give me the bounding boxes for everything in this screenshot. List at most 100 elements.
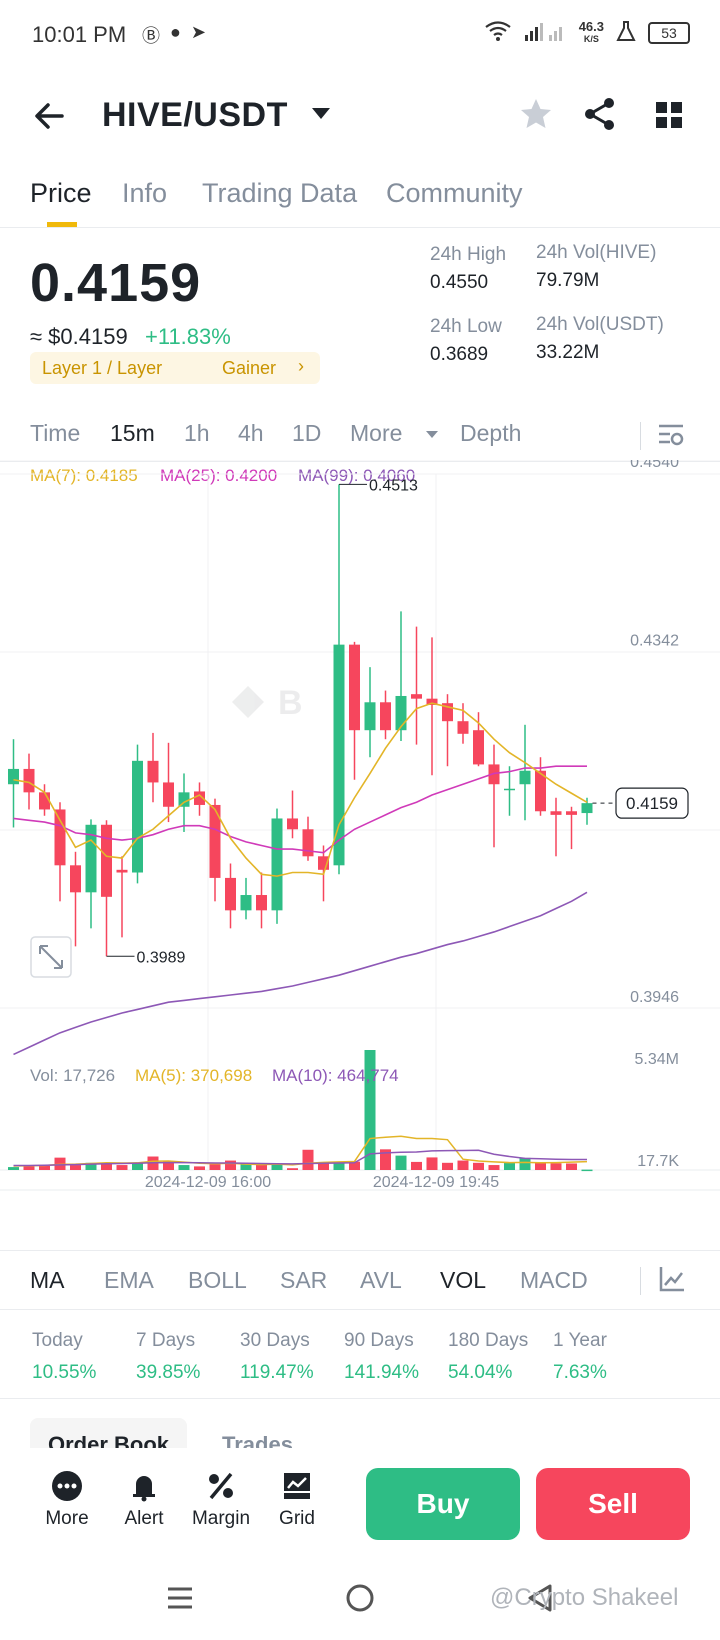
indicator-ma[interactable]: MA bbox=[30, 1267, 65, 1294]
interval-more[interactable]: More bbox=[350, 420, 402, 447]
tag-layer1: Layer 1 / Layer bbox=[42, 358, 163, 378]
volume-bar bbox=[519, 1157, 531, 1170]
candle-body bbox=[411, 694, 422, 699]
recent-apps-icon[interactable] bbox=[166, 1584, 194, 1612]
ma99-line bbox=[13, 891, 588, 1056]
indicator-boll[interactable]: BOLL bbox=[188, 1267, 247, 1294]
stat-low-label: 24h Low bbox=[430, 316, 502, 337]
percent-icon bbox=[209, 1472, 233, 1500]
chart-settings-icon[interactable] bbox=[656, 420, 686, 450]
perf-value-30d: 119.47% bbox=[240, 1362, 314, 1383]
volume-bar bbox=[209, 1164, 221, 1170]
alert-button[interactable]: Alert bbox=[109, 1470, 179, 1530]
layout-grid-icon[interactable] bbox=[654, 100, 684, 130]
tab-price[interactable]: Price bbox=[30, 178, 92, 209]
order-tabs: Order Book Trades bbox=[0, 1418, 720, 1448]
status-notification-icons: Ⓑ ● ➤ bbox=[142, 22, 206, 48]
volume-bar bbox=[70, 1165, 81, 1170]
perf-value-90d: 141.94% bbox=[344, 1362, 420, 1383]
perf-label-7d: 7 Days bbox=[136, 1330, 196, 1351]
network-speed: 46.3 K/S bbox=[578, 18, 604, 44]
volume-bar bbox=[240, 1164, 252, 1170]
volume-bar bbox=[535, 1162, 546, 1170]
favorite-star-icon[interactable] bbox=[518, 96, 554, 132]
perf-value-7d: 39.85% bbox=[136, 1362, 201, 1383]
volume-bar bbox=[225, 1160, 236, 1170]
tab-order-book[interactable]: Order Book bbox=[30, 1418, 188, 1448]
share-icon[interactable] bbox=[582, 96, 618, 132]
time-axis-labels: 2024-12-09 16:00 2024-12-09 19:45 bbox=[145, 1174, 499, 1191]
volume-bar bbox=[116, 1165, 128, 1170]
pair-title[interactable]: HIVE/USDT bbox=[102, 96, 288, 135]
battery-icon: 53 bbox=[648, 21, 690, 44]
interval-time[interactable]: Time bbox=[30, 420, 80, 447]
page-tabs: Price Info Trading Data Community bbox=[0, 170, 720, 228]
notification-b-icon: Ⓑ bbox=[142, 26, 160, 46]
candle-body bbox=[581, 803, 593, 814]
stat-vol-base-label: 24h Vol(HIVE) bbox=[536, 242, 657, 263]
volume-bar bbox=[488, 1165, 500, 1170]
candle-body bbox=[287, 818, 298, 830]
indicator-ema[interactable]: EMA bbox=[104, 1267, 154, 1294]
divider bbox=[640, 422, 641, 450]
perf-value-180d: 54.04% bbox=[448, 1362, 513, 1383]
chevron-right-icon: › bbox=[298, 356, 304, 376]
candle-body bbox=[349, 644, 360, 731]
candle-body bbox=[457, 721, 469, 734]
volume-bar bbox=[287, 1168, 298, 1170]
indicator-sar[interactable]: SAR bbox=[280, 1267, 327, 1294]
interval-1d[interactable]: 1D bbox=[292, 420, 321, 447]
sell-button[interactable]: Sell bbox=[536, 1468, 690, 1540]
ma25-line bbox=[13, 765, 587, 854]
tab-community[interactable]: Community bbox=[386, 178, 523, 209]
candle-body bbox=[519, 770, 531, 785]
interval-15m[interactable]: 15m bbox=[110, 420, 155, 447]
more-dots-icon bbox=[52, 1471, 82, 1501]
price-axis-tick: 0.3946 bbox=[630, 989, 679, 1006]
more-button[interactable]: More bbox=[32, 1470, 102, 1530]
volume-bar bbox=[457, 1160, 469, 1170]
home-icon[interactable] bbox=[344, 1582, 376, 1614]
candle-body bbox=[8, 768, 19, 785]
volume-bar bbox=[101, 1163, 112, 1170]
grid-bot-icon bbox=[284, 1473, 310, 1499]
price-change: +11.83% bbox=[145, 324, 231, 349]
back-arrow-icon[interactable] bbox=[30, 96, 70, 136]
indicator-settings-icon[interactable] bbox=[658, 1265, 686, 1293]
divider bbox=[0, 1398, 720, 1399]
volume-bar bbox=[395, 1155, 407, 1170]
tab-trades[interactable]: Trades bbox=[204, 1418, 311, 1448]
ma-lines-layer bbox=[13, 702, 588, 1056]
vol-ma5-legend: MA(5): 370,698 bbox=[135, 1066, 253, 1085]
category-tags[interactable]: Layer 1 / Layer Gainer › bbox=[30, 352, 320, 384]
status-system-icons: 46.3 K/S 53 bbox=[485, 20, 690, 45]
alert-label: Alert bbox=[124, 1508, 164, 1529]
candle-body bbox=[240, 895, 252, 911]
candlestick-chart[interactable]: B 0.45130.39890.4159 0.45400.43420.3946 … bbox=[0, 460, 720, 1200]
candle-body bbox=[132, 760, 143, 873]
candle-body bbox=[163, 782, 174, 807]
low-marker-label: 0.3989 bbox=[137, 949, 186, 966]
margin-button[interactable]: Margin bbox=[186, 1470, 256, 1530]
interval-depth[interactable]: Depth bbox=[460, 420, 521, 447]
interval-bar: Time 15m 1h 4h 1D More Depth bbox=[0, 408, 720, 462]
grid-button[interactable]: Grid bbox=[262, 1470, 332, 1530]
expand-chart-icon[interactable] bbox=[30, 936, 72, 978]
volume-bar bbox=[426, 1157, 438, 1170]
stat-vol-base-value: 79.79M bbox=[536, 270, 600, 291]
indicator-avl[interactable]: AVL bbox=[360, 1267, 402, 1294]
tab-info[interactable]: Info bbox=[122, 178, 167, 209]
bottom-action-bar: More Alert Margin Grid Buy Sell bbox=[0, 1448, 720, 1558]
pair-dropdown-icon[interactable] bbox=[312, 108, 330, 119]
last-price: 0.4159 bbox=[30, 253, 202, 313]
interval-1h[interactable]: 1h bbox=[184, 420, 210, 447]
vol-axis-tick: 5.34M bbox=[635, 1051, 679, 1068]
interval-4h[interactable]: 4h bbox=[238, 420, 264, 447]
indicator-vol[interactable]: VOL bbox=[440, 1267, 486, 1294]
candle-body bbox=[333, 644, 345, 866]
candle-body bbox=[364, 702, 376, 731]
tab-trading-data[interactable]: Trading Data bbox=[202, 178, 357, 209]
indicator-macd[interactable]: MACD bbox=[520, 1267, 588, 1294]
buy-button[interactable]: Buy bbox=[366, 1468, 520, 1540]
more-caret-icon[interactable] bbox=[426, 431, 438, 438]
